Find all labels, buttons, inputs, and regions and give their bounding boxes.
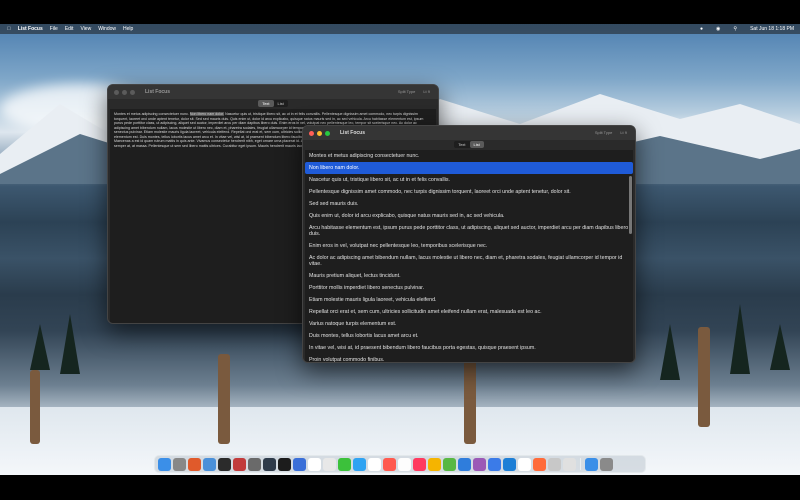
activity-monitor-icon[interactable] [218,457,231,471]
window-title: List Focus [145,89,171,95]
list-item[interactable]: Arcu habitasse elementum est, ipsum puru… [305,222,633,240]
tab-list[interactable]: List [469,140,484,148]
fence-post [30,370,40,444]
finder-icon[interactable] [158,457,171,471]
tab-text[interactable]: Text [258,99,274,107]
messages-icon[interactable] [248,457,261,471]
text-selection: Non libero nam dolor. [189,112,225,116]
control-center-icon[interactable]: ● [700,26,703,32]
list-item[interactable]: Quis enim ut, dolor id arcu explicabo, q… [305,210,633,222]
folder-icon[interactable] [443,457,456,471]
list-item[interactable]: Non libero nam dolor. [305,162,633,174]
pine-tree [770,324,790,370]
photos-icon[interactable] [278,457,291,471]
mail-icon[interactable] [263,457,276,471]
app-store-icon[interactable] [338,457,351,471]
app-icon[interactable] [585,457,598,471]
list-item[interactable]: Enim eros in vel, volutpat nec pellentes… [305,240,633,252]
list-item[interactable]: Ac dolor ac adipiscing amet bibendum nul… [305,252,633,270]
system-preferences-icon[interactable] [353,457,366,471]
preview-icon[interactable] [398,457,411,471]
xcode-icon[interactable] [368,457,381,471]
search-icon[interactable]: ⚲ [733,26,737,32]
dock-separator [580,458,581,470]
calculator-icon[interactable] [428,457,441,471]
menu-bar:  List Focus File Edit View Window Help … [0,24,800,34]
calendar-icon[interactable] [233,457,246,471]
front-window[interactable]: List Focus Split Type Lt 9 Text List Mon… [302,125,636,363]
zoom-button[interactable] [130,89,135,95]
app-icon[interactable] [518,457,531,471]
list-item[interactable]: Proin volutpat commodo finibus. [305,354,633,362]
scrollbar[interactable] [629,176,632,234]
traffic-lights [309,130,330,136]
app-icon[interactable] [533,457,546,471]
list-item[interactable]: Porttitor mollis imperdiet libero senect… [305,282,633,294]
app-icon[interactable] [473,457,486,471]
text-before: Montes et metus adipiscing consectetuer … [114,112,190,116]
list-item[interactable]: In vitae vel, wisi at, id praesent biben… [305,342,633,354]
list-item[interactable]: Sed sed mauris duis. [305,198,633,210]
window-titlebar[interactable]: List Focus Split Type Lt 9 [108,85,438,99]
close-button[interactable] [114,89,119,95]
music-icon[interactable] [293,457,306,471]
menu-file[interactable]: File [50,26,58,32]
trash-icon[interactable] [458,457,471,471]
fence-post [218,354,230,444]
app-icon[interactable] [563,457,576,471]
notes-icon[interactable] [323,457,336,471]
list-item[interactable]: Nascetur quis ut, tristique libero sit, … [305,174,633,186]
minimize-button[interactable] [122,89,127,95]
font-size-button[interactable]: Lt 9 [620,130,627,135]
apple-icon[interactable]:  [7,26,11,32]
menu-window[interactable]: Window [98,26,116,32]
terminal-icon[interactable] [203,457,216,471]
menu-app-name[interactable]: List Focus [18,26,43,32]
close-button[interactable] [309,130,314,136]
list-item[interactable]: Etiam molestie mauris ligula laoreet, ve… [305,294,633,306]
minimize-button[interactable] [317,130,322,136]
sentence-list[interactable]: Montes et metus adipiscing consectetuer … [305,150,633,362]
list-item[interactable]: Montes et metus adipiscing consectetuer … [305,150,633,162]
font-button[interactable]: Split Type [398,89,416,94]
pine-tree [30,324,50,370]
clock[interactable]: Sat Jun 18 1:18 PM [750,26,794,32]
list-item[interactable]: Repellat orci erat et, sem cum, ultricie… [305,306,633,318]
app-icon[interactable] [600,457,613,471]
app-icon[interactable] [548,457,561,471]
window-title: List Focus [340,130,366,136]
app-icon[interactable] [488,457,501,471]
tab-list[interactable]: List [274,100,288,107]
menu-help[interactable]: Help [123,26,133,32]
font-size-button[interactable]: Lt 9 [423,89,430,94]
list-item[interactable]: Varius natoque turpis elementum est. [305,318,633,330]
window-titlebar[interactable]: List Focus Split Type Lt 9 [303,126,635,140]
filezilla-icon[interactable] [413,457,426,471]
status-area: ● ◉ ⚲ Sat Jun 18 1:18 PM [693,24,794,34]
tab-text[interactable]: Text [454,141,469,148]
tab-bar: Text List [108,99,438,107]
app-icon[interactable] [503,457,516,471]
list-item[interactable]: Pellentesque dignissim amet commodo, nec… [305,186,633,198]
traffic-lights [114,89,135,95]
font-button[interactable]: Split Type [595,130,613,135]
pine-tree [60,314,80,374]
zoom-button[interactable] [325,130,330,136]
launchpad-icon[interactable] [173,457,186,471]
list-item[interactable]: Mauris pretium aliquet, lectus tincidunt… [305,270,633,282]
tab-bar: Text List [303,140,635,148]
menu-edit[interactable]: Edit [65,26,74,32]
pine-tree [730,304,750,374]
vscode-icon[interactable] [383,457,396,471]
fence-post [698,327,710,427]
fence-post [464,359,476,444]
safari-icon[interactable] [188,457,201,471]
dock [154,455,646,473]
menu-view[interactable]: View [80,26,91,32]
maps-icon[interactable] [308,457,321,471]
pine-tree [660,324,680,380]
wifi-icon[interactable]: ◉ [716,26,720,32]
list-item[interactable]: Duis montes, tellus lobortis lacus amet … [305,330,633,342]
